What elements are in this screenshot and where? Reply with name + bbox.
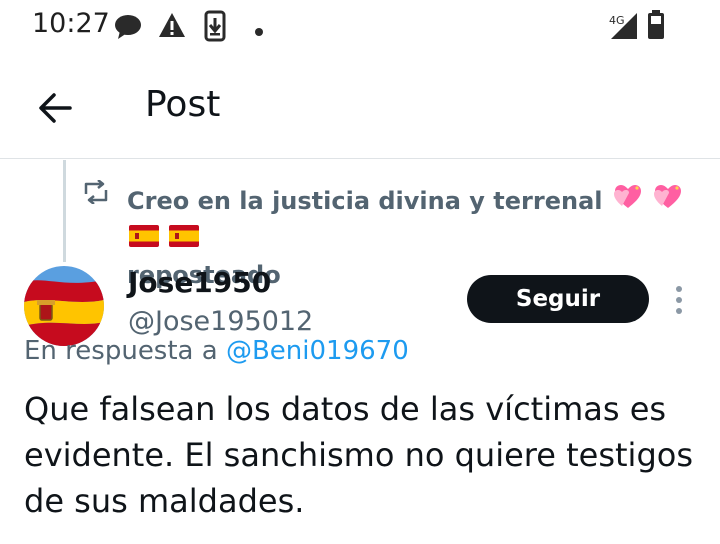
download-icon [204, 10, 226, 46]
svg-text:4G: 4G [609, 14, 625, 27]
author-name[interactable]: Jose1950 [128, 266, 271, 299]
repost-icon [82, 179, 110, 208]
top-app-bar: Post [0, 70, 720, 158]
page-title: Post [145, 84, 221, 125]
sparkling-heart-icon [653, 184, 683, 220]
status-time: 10:27 [32, 8, 110, 39]
follow-button[interactable]: Seguir [467, 275, 649, 323]
avatar[interactable] [24, 266, 104, 346]
sparkling-heart-icon [613, 184, 643, 220]
dot-icon [254, 22, 264, 41]
battery-icon [647, 10, 665, 44]
signal-icon: 4G [608, 12, 638, 44]
arrow-left-icon [39, 93, 72, 123]
reply-to-handle[interactable]: @Beni019670 [226, 336, 409, 366]
status-bar: 10:27 4G [0, 0, 720, 54]
reply-prefix: En respuesta a [24, 336, 218, 366]
thread-line [63, 160, 66, 262]
more-vertical-icon [676, 286, 682, 314]
more-options-button[interactable] [666, 283, 692, 317]
spain-flag-icon [169, 221, 200, 257]
post-text: Que falsean los datos de las víctimas es… [24, 390, 693, 520]
header-divider [0, 158, 720, 159]
chat-bubble-icon [114, 14, 142, 44]
reply-context: En respuesta a @Beni019670 [24, 336, 409, 366]
spain-flag-icon [129, 221, 159, 257]
back-button[interactable] [34, 86, 78, 130]
repost-user-name[interactable]: Creo en la justicia divina y terrenal [127, 187, 603, 215]
warning-icon [158, 12, 186, 42]
author-handle[interactable]: @Jose195012 [128, 306, 313, 337]
